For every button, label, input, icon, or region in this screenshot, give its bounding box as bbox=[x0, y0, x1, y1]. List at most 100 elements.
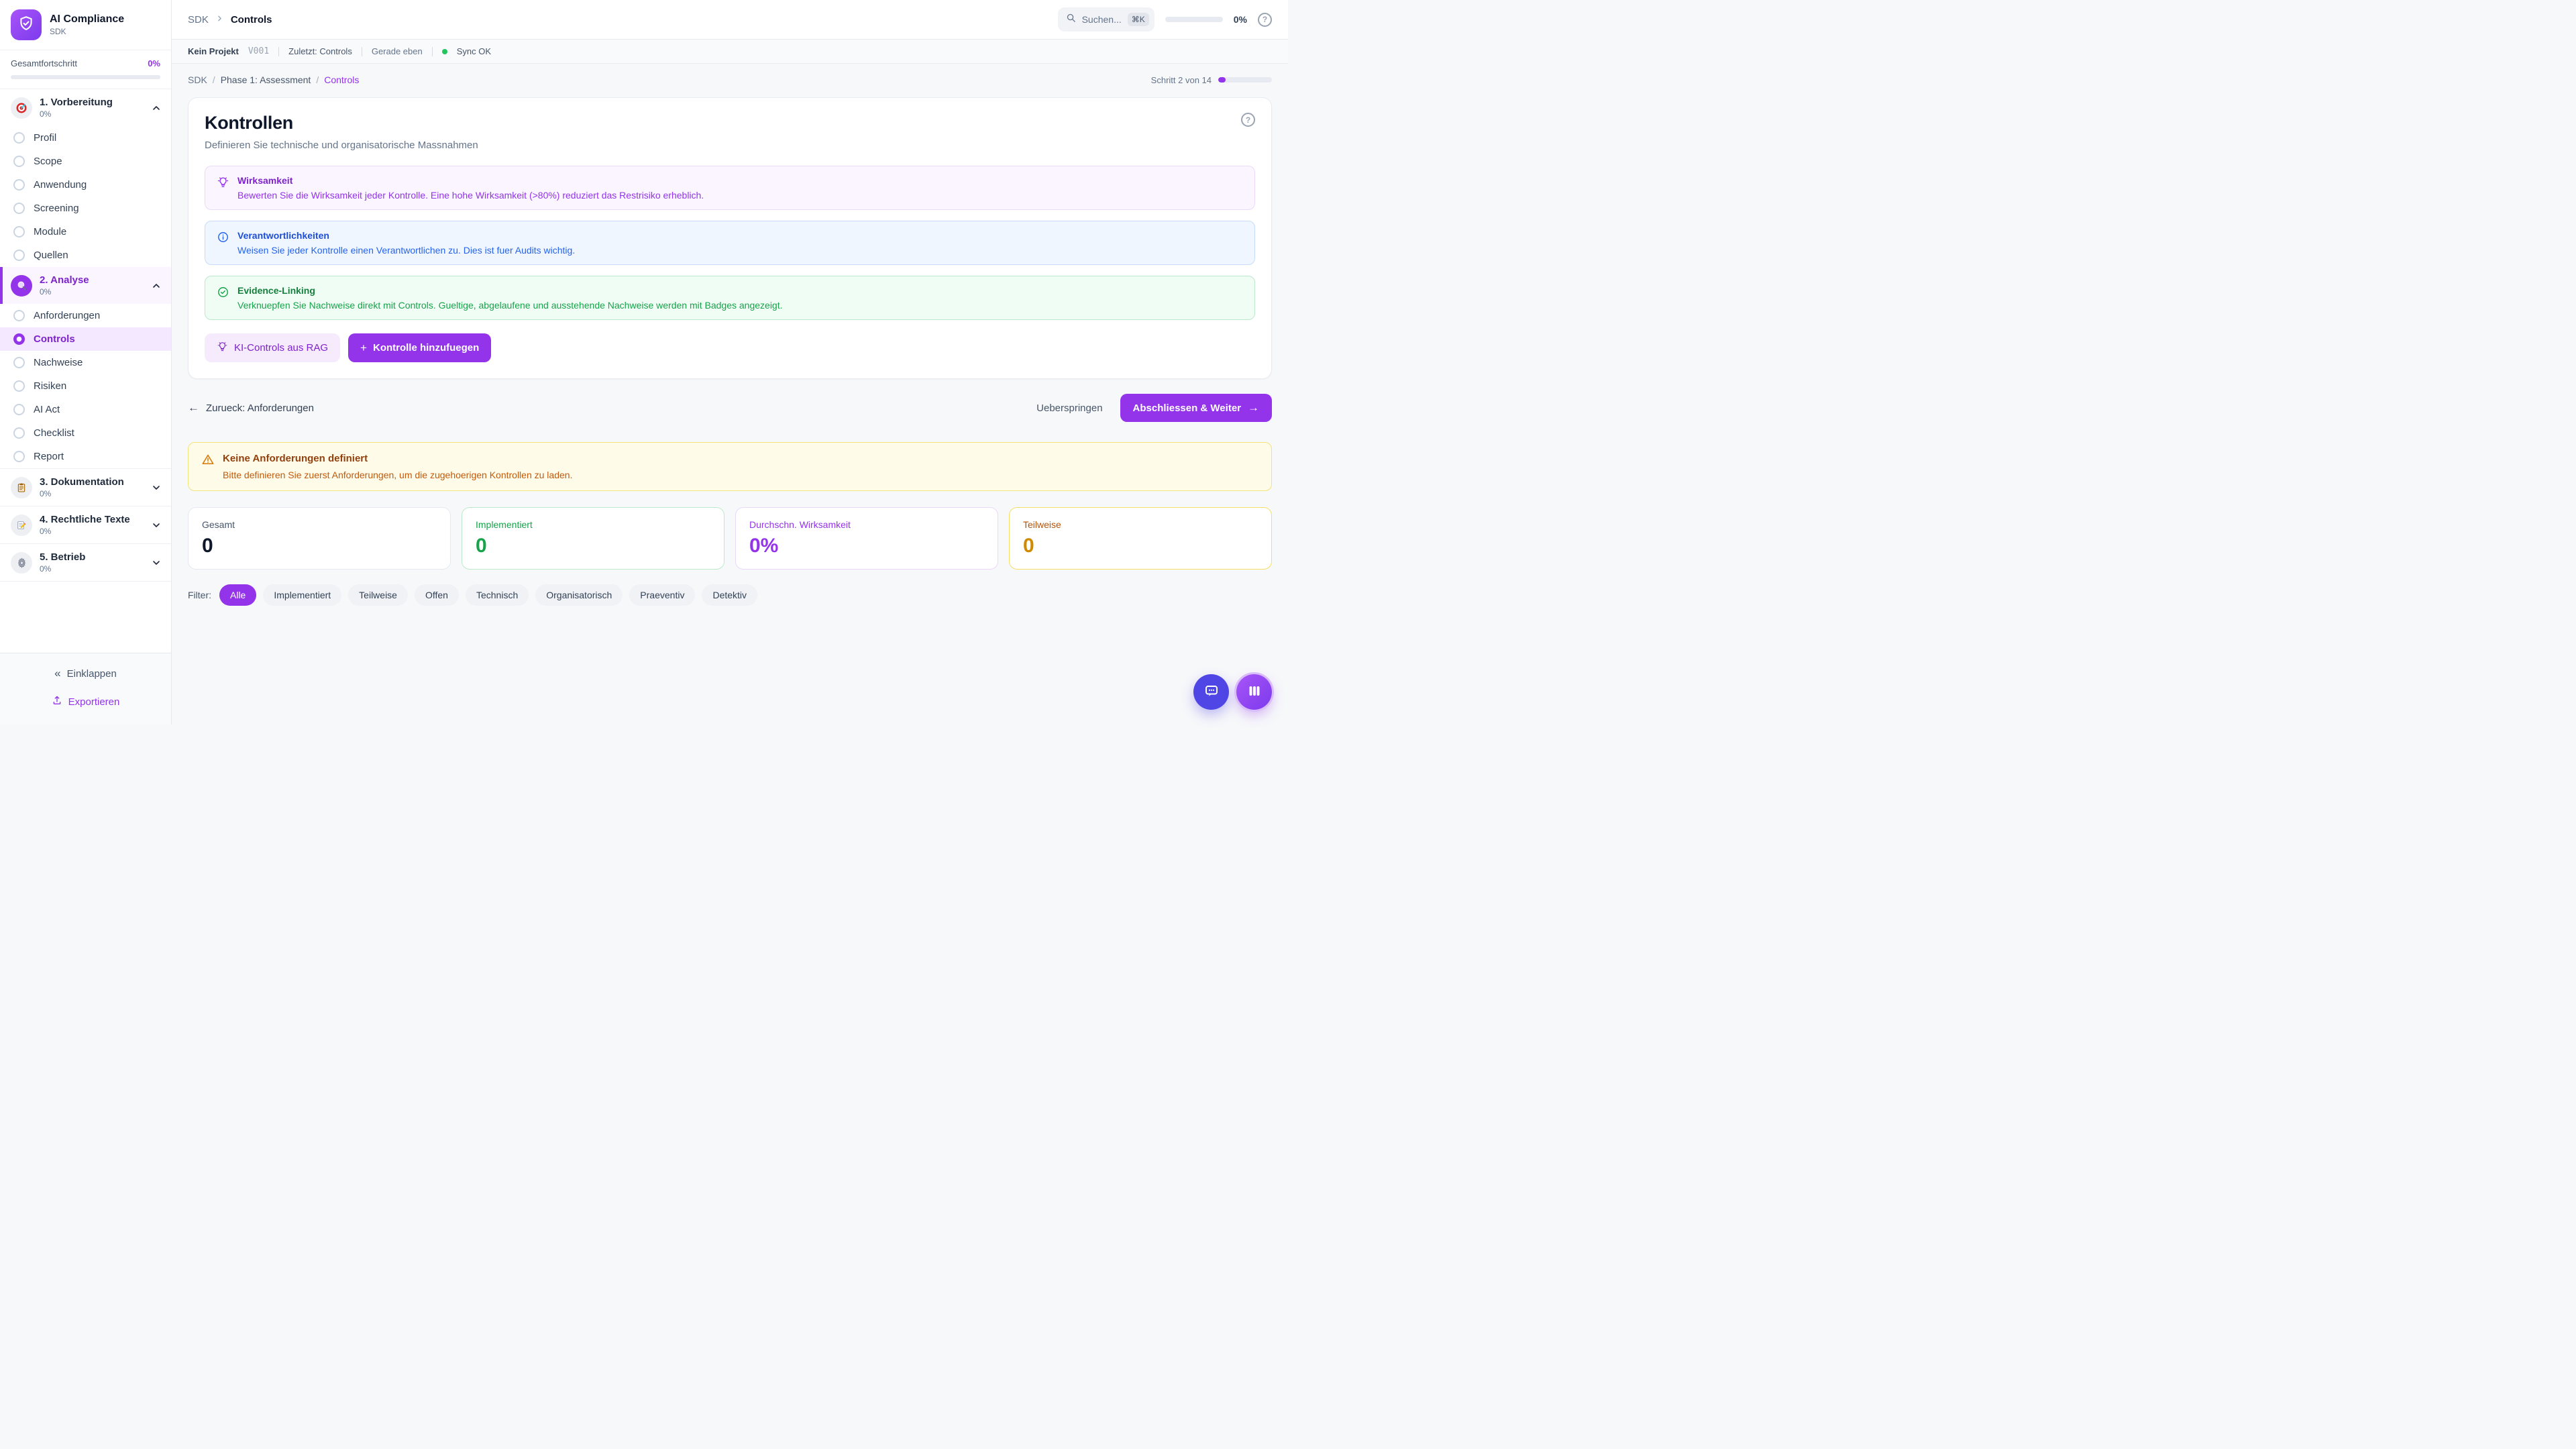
divider bbox=[432, 47, 433, 56]
warning-icon bbox=[201, 453, 215, 480]
filter-chip-organisatorisch[interactable]: Organisatorisch bbox=[535, 584, 623, 606]
page-content: SDK / Phase 1: Assessment / Controls Sch… bbox=[172, 64, 1288, 724]
filter-row: Filter: Alle Implementiert Teilweise Off… bbox=[188, 584, 1272, 606]
wizard-nav-row: ← Zurueck: Anforderungen Ueberspringen A… bbox=[188, 394, 1272, 422]
app-title: AI Compliance bbox=[50, 13, 124, 25]
sidebar-item-ai-act[interactable]: AI Act bbox=[0, 398, 171, 421]
sidebar: AI Compliance SDK Gesamtfortschritt 0% 1… bbox=[0, 0, 172, 724]
stat-label: Durchschn. Wirksamkeit bbox=[749, 519, 984, 530]
sidebar-section-analyse[interactable]: 2. Analyse 0% bbox=[0, 267, 171, 304]
collapse-sidebar-button[interactable]: « Einklappen bbox=[48, 661, 123, 686]
export-label: Exportieren bbox=[68, 696, 120, 708]
magnifier-icon bbox=[11, 275, 32, 297]
section-title: 1. Vorbereitung bbox=[40, 97, 144, 108]
sidebar-item-quellen[interactable]: Quellen bbox=[0, 244, 171, 267]
stat-label: Implementiert bbox=[476, 519, 710, 530]
ai-controls-button[interactable]: KI-Controls aus RAG bbox=[205, 333, 340, 362]
shield-check-icon bbox=[17, 15, 35, 36]
sidebar-item-checklist[interactable]: Checklist bbox=[0, 421, 171, 445]
sync-status-dot bbox=[442, 49, 447, 54]
top-header: SDK Controls Suchen... ⌘K 0% ? bbox=[172, 0, 1288, 40]
section-percent: 0% bbox=[40, 527, 144, 536]
filter-chip-alle[interactable]: Alle bbox=[219, 584, 256, 606]
filter-chip-praeventiv[interactable]: Praeventiv bbox=[629, 584, 695, 606]
item-label: Scope bbox=[34, 156, 62, 167]
search-input[interactable]: Suchen... ⌘K bbox=[1058, 7, 1155, 32]
sidebar-item-anforderungen[interactable]: Anforderungen bbox=[0, 304, 171, 327]
finish-next-button[interactable]: Abschliessen & Weiter → bbox=[1120, 394, 1272, 422]
arrow-left-icon: ← bbox=[188, 401, 199, 415]
item-label: Profil bbox=[34, 132, 56, 144]
chat-bubble-icon bbox=[1203, 683, 1220, 701]
floating-buttons bbox=[1193, 674, 1272, 710]
radio-icon bbox=[13, 380, 25, 392]
chat-fab-button[interactable] bbox=[1193, 674, 1229, 710]
stats-grid: Gesamt 0 Implementiert 0 Durchschn. Wirk… bbox=[188, 507, 1272, 570]
back-button[interactable]: ← Zurueck: Anforderungen bbox=[188, 401, 314, 415]
radio-icon bbox=[13, 156, 25, 167]
filter-chip-offen[interactable]: Offen bbox=[415, 584, 459, 606]
sidebar-item-controls[interactable]: Controls bbox=[0, 327, 171, 351]
stat-value: 0% bbox=[749, 535, 984, 557]
last-step-label: Zuletzt: Controls bbox=[288, 46, 352, 56]
card-help-icon[interactable]: ? bbox=[1241, 113, 1255, 127]
filter-chip-teilweise[interactable]: Teilweise bbox=[348, 584, 408, 606]
chevron-down-icon bbox=[151, 482, 162, 493]
sidebar-item-anwendung[interactable]: Anwendung bbox=[0, 173, 171, 197]
overall-progress: Gesamtfortschritt 0% bbox=[0, 50, 171, 89]
columns-fab-button[interactable] bbox=[1236, 674, 1272, 710]
stat-card-wirksamkeit: Durchschn. Wirksamkeit 0% bbox=[735, 507, 998, 570]
section-percent: 0% bbox=[40, 109, 144, 119]
export-button[interactable]: Exportieren bbox=[45, 690, 127, 714]
info-text: Weisen Sie jeder Kontrolle einen Verantw… bbox=[237, 245, 575, 256]
chevron-up-icon bbox=[151, 103, 162, 113]
sidebar-nav: 1. Vorbereitung 0% Profil Scope Anwendun… bbox=[0, 89, 171, 582]
sidebar-item-profil[interactable]: Profil bbox=[0, 126, 171, 150]
filter-chip-technisch[interactable]: Technisch bbox=[466, 584, 529, 606]
item-label: Anforderungen bbox=[34, 310, 100, 321]
filter-chip-detektiv[interactable]: Detektiv bbox=[702, 584, 757, 606]
skip-button[interactable]: Ueberspringen bbox=[1036, 402, 1102, 414]
sidebar-item-screening[interactable]: Screening bbox=[0, 197, 171, 220]
radio-icon bbox=[13, 404, 25, 415]
section-percent: 0% bbox=[40, 287, 144, 297]
sidebar-section-dokumentation[interactable]: 3. Dokumentation 0% bbox=[0, 468, 171, 506]
stat-label: Gesamt bbox=[202, 519, 437, 530]
help-icon[interactable]: ? bbox=[1258, 13, 1272, 27]
warning-title: Keine Anforderungen definiert bbox=[223, 453, 572, 464]
crumb-root[interactable]: SDK bbox=[188, 74, 207, 85]
item-label: Risiken bbox=[34, 380, 66, 392]
chevron-down-icon bbox=[151, 520, 162, 531]
arrow-right-icon: → bbox=[1248, 401, 1259, 415]
section-title: 3. Dokumentation bbox=[40, 476, 144, 488]
crumb-phase[interactable]: Phase 1: Assessment bbox=[221, 74, 311, 85]
sidebar-item-risiken[interactable]: Risiken bbox=[0, 374, 171, 398]
section-percent: 0% bbox=[40, 489, 144, 498]
sidebar-section-rechtliche-texte[interactable]: 4. Rechtliche Texte 0% bbox=[0, 506, 171, 543]
sidebar-item-report[interactable]: Report bbox=[0, 445, 171, 468]
sidebar-item-nachweise[interactable]: Nachweise bbox=[0, 351, 171, 374]
project-name: Kein Projekt bbox=[188, 46, 239, 56]
header-progress-track bbox=[1165, 17, 1223, 22]
chevron-down-icon bbox=[151, 557, 162, 568]
collapse-icon: « bbox=[54, 667, 60, 680]
info-text: Verknuepfen Sie Nachweise direkt mit Con… bbox=[237, 300, 783, 311]
project-status-bar: Kein Projekt V001 Zuletzt: Controls Gera… bbox=[172, 40, 1288, 64]
sidebar-item-module[interactable]: Module bbox=[0, 220, 171, 244]
filter-chip-implementiert[interactable]: Implementiert bbox=[263, 584, 341, 606]
add-control-button[interactable]: + Kontrolle hinzufuegen bbox=[348, 333, 491, 362]
chevron-up-icon bbox=[151, 280, 162, 291]
header-progress-value: 0% bbox=[1234, 14, 1247, 25]
breadcrumb-root[interactable]: SDK bbox=[188, 14, 209, 25]
radio-icon bbox=[13, 357, 25, 368]
page-breadcrumb: SDK / Phase 1: Assessment / Controls bbox=[188, 74, 359, 85]
sidebar-section-betrieb[interactable]: 5. Betrieb 0% bbox=[0, 543, 171, 582]
section-percent: 0% bbox=[40, 564, 144, 574]
stat-value: 0 bbox=[202, 535, 437, 557]
sidebar-item-scope[interactable]: Scope bbox=[0, 150, 171, 173]
gear-icon bbox=[11, 552, 32, 574]
sidebar-section-vorbereitung[interactable]: 1. Vorbereitung 0% bbox=[0, 89, 171, 126]
radio-icon bbox=[13, 250, 25, 261]
item-label: Screening bbox=[34, 203, 79, 214]
stat-label: Teilweise bbox=[1023, 519, 1258, 530]
